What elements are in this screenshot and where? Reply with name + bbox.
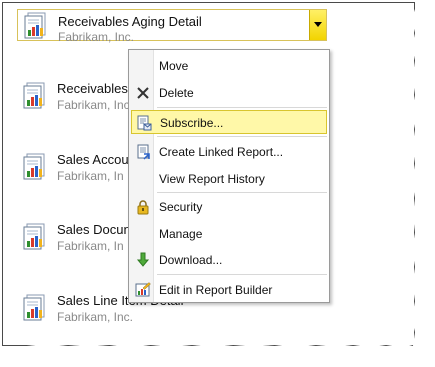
menu-item-label: Security	[159, 200, 203, 214]
menu-separator	[157, 274, 327, 275]
linked-report-icon	[137, 144, 150, 160]
close-icon	[137, 87, 149, 99]
report-subtitle: Fabrikam, Inc.	[57, 310, 134, 324]
menu-item-download[interactable]: Download...	[131, 248, 327, 272]
menu-item-label: Edit in Report Builder	[159, 283, 273, 297]
report-context-menu: Move Delete Subscribe... Create Linked R…	[128, 49, 330, 303]
menu-item-delete[interactable]: Delete	[131, 81, 327, 105]
menu-separator	[157, 192, 327, 193]
subscribe-document-icon	[137, 115, 152, 131]
menu-item-label: Subscribe...	[160, 116, 224, 130]
report-dropdown-button[interactable]	[309, 10, 326, 40]
report-title[interactable]: Sales Docun	[57, 222, 131, 237]
lock-icon	[137, 200, 149, 215]
menu-item-create-linked-report[interactable]: Create Linked Report...	[131, 140, 327, 164]
menu-item-label: Manage	[159, 227, 203, 241]
report-icon	[24, 12, 46, 39]
report-subtitle: Fabrikam, In	[57, 239, 124, 253]
menu-item-move[interactable]: Move	[131, 54, 327, 78]
report-builder-icon	[135, 282, 151, 297]
menu-separator	[157, 107, 327, 108]
report-list-panel: Receivables Aging Detail Fabrikam, Inc. …	[2, 2, 415, 346]
report-icon	[23, 223, 45, 250]
menu-item-edit-in-report-builder[interactable]: Edit in Report Builder	[131, 278, 327, 302]
menu-item-label: View Report History	[159, 172, 265, 186]
menu-item-subscribe[interactable]: Subscribe...	[131, 110, 327, 134]
menu-item-label: Create Linked Report...	[159, 145, 284, 159]
menu-item-security[interactable]: Security	[131, 195, 327, 219]
menu-item-label: Move	[159, 59, 189, 73]
report-item-receivables-aging-detail[interactable]: Receivables Aging Detail Fabrikam, Inc.	[17, 9, 327, 44]
report-icon	[23, 294, 45, 321]
menu-item-view-report-history[interactable]: View Report History	[131, 167, 327, 191]
menu-separator	[157, 136, 327, 137]
report-icon	[23, 82, 45, 109]
report-icon	[23, 153, 45, 180]
menu-item-label: Download...	[159, 253, 223, 267]
menu-item-label: Delete	[159, 86, 194, 100]
report-subtitle: Fabrikam, In	[57, 169, 124, 183]
report-title[interactable]: Receivables Aging Detail	[58, 14, 202, 29]
report-title[interactable]: Receivables	[57, 81, 128, 96]
report-title[interactable]: Sales Accou	[57, 152, 129, 167]
menu-item-manage[interactable]: Manage	[131, 222, 327, 246]
screenshot-canvas: Receivables Aging Detail Fabrikam, Inc. …	[0, 0, 435, 367]
download-arrow-icon	[136, 252, 150, 267]
report-subtitle: Fabrikam, Inc.	[58, 30, 135, 44]
report-subtitle: Fabrikam, Inc.	[57, 98, 134, 112]
